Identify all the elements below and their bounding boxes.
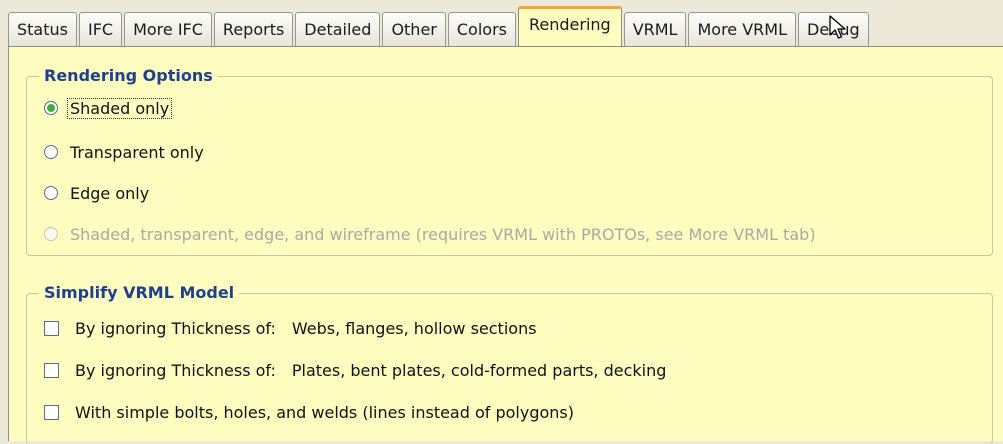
radio-icon[interactable]	[44, 145, 58, 159]
tab-vrml[interactable]: VRML	[623, 12, 687, 46]
radio-shaded-only[interactable]: Shaded only	[44, 95, 173, 121]
radio-label: Shaded only	[67, 97, 173, 119]
radio-edge-only[interactable]: Edge only	[44, 180, 149, 206]
tab-rendering[interactable]: Rendering	[517, 6, 622, 46]
tab-colors[interactable]: Colors	[447, 12, 516, 46]
checkbox-ignore-thickness-webs[interactable]: By ignoring Thickness of: Webs, flanges,…	[44, 315, 537, 341]
tab-more-vrml[interactable]: More VRML	[688, 12, 796, 46]
mouse-pointer-icon	[829, 15, 846, 39]
tab-status[interactable]: Status	[8, 12, 77, 46]
radio-label: Edge only	[70, 183, 150, 203]
tab-other[interactable]: Other	[382, 12, 446, 46]
radio-checked-icon[interactable]	[44, 101, 58, 115]
checkbox-simple-bolts[interactable]: With simple bolts, holes, and welds (lin…	[44, 399, 574, 425]
checkbox-label-detail: Plates, bent plates, cold-formed parts, …	[291, 360, 667, 380]
radio-label: Transparent only	[70, 142, 204, 162]
checkbox-icon[interactable]	[44, 362, 59, 378]
rendering-tab-panel: Rendering Options Shaded only Transparen…	[8, 46, 1003, 444]
checkbox-icon[interactable]	[44, 320, 59, 336]
checkbox-label-prefix: By ignoring Thickness of:	[75, 318, 276, 338]
radio-label: Shaded, transparent, edge, and wireframe…	[70, 224, 816, 244]
tab-detailed[interactable]: Detailed	[295, 12, 381, 46]
simplify-vrml-title: Simplify VRML Model	[39, 281, 240, 305]
checkbox-ignore-thickness-plates[interactable]: By ignoring Thickness of: Plates, bent p…	[44, 357, 666, 383]
tab-bar: Status IFC More IFC Reports Detailed Oth…	[8, 6, 871, 46]
radio-disabled-icon	[44, 227, 58, 241]
radio-icon[interactable]	[44, 186, 58, 200]
rendering-options-title: Rendering Options	[39, 64, 218, 88]
radio-shaded-transparent-edge-wireframe: Shaded, transparent, edge, and wireframe…	[44, 221, 816, 247]
radio-transparent-only[interactable]: Transparent only	[44, 139, 204, 165]
checkbox-label-detail: Webs, flanges, hollow sections	[291, 318, 537, 338]
tab-more-ifc[interactable]: More IFC	[124, 12, 212, 46]
checkbox-label-prefix: With simple bolts, holes, and welds (lin…	[75, 402, 575, 422]
checkbox-label-prefix: By ignoring Thickness of:	[75, 360, 276, 380]
tab-ifc[interactable]: IFC	[78, 12, 123, 46]
checkbox-icon[interactable]	[44, 404, 59, 420]
tab-reports[interactable]: Reports	[213, 12, 294, 46]
